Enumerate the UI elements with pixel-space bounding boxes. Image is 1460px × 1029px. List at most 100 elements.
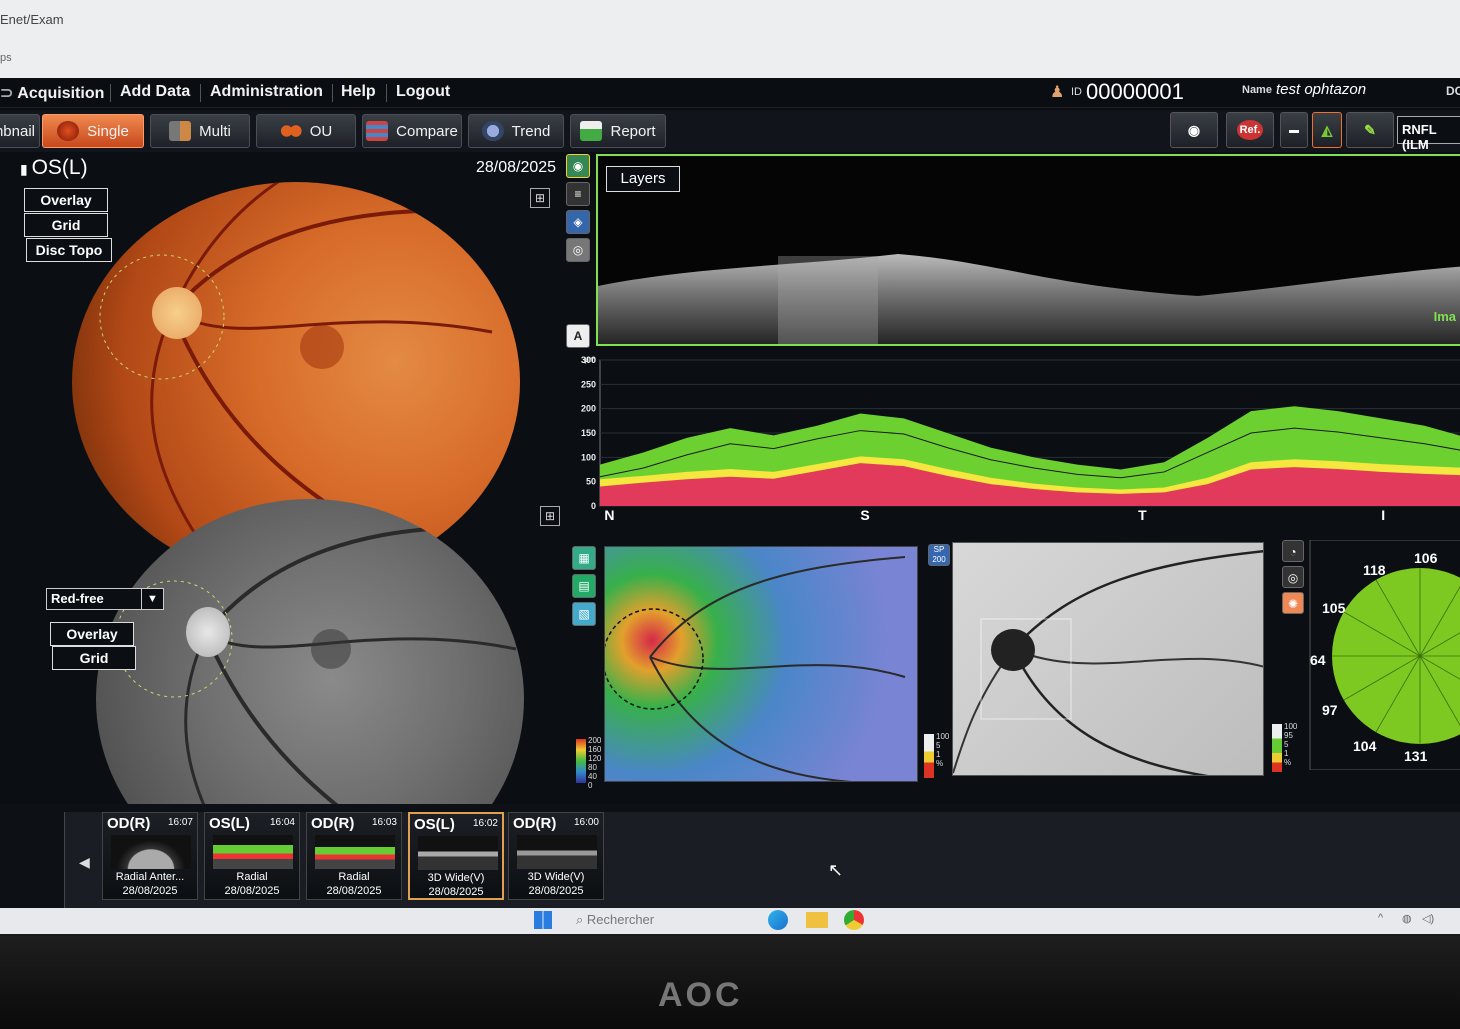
quadrant-icon: ◔	[1289, 545, 1297, 559]
layers-button[interactable]: Layers	[606, 166, 680, 192]
reference-label: Ref.	[1236, 120, 1264, 140]
menu-help[interactable]: Help	[341, 83, 376, 101]
thumbnail-item-selected[interactable]: OS(L) 16:02 3D Wide(V) 28/08/2025	[408, 812, 504, 900]
annotation-tool[interactable]: A	[566, 324, 590, 348]
expand-fundus-icon[interactable]: ⊞	[530, 188, 550, 208]
tab-compare[interactable]: Compare	[362, 114, 462, 148]
edge-browser-icon[interactable]	[768, 910, 788, 930]
exam-date: 28/08/2025	[476, 159, 557, 176]
bscan-lines-tool[interactable]: ≡	[566, 182, 590, 206]
browser-url[interactable]: Enet/Exam	[0, 12, 64, 27]
y-tick-label: 250	[581, 379, 596, 389]
thumb-type: Radial	[338, 871, 370, 883]
menu-add-data[interactable]: Add Data	[120, 83, 190, 101]
thumbnail-item[interactable]: OD(R) 16:00 3D Wide(V) 28/08/2025	[508, 812, 604, 900]
green-map-tool[interactable]: ▤	[572, 574, 596, 598]
measure-button[interactable]: ✎	[1346, 112, 1394, 148]
thumb-date: 28/08/2025	[224, 885, 280, 897]
browser-apps-link[interactable]: ps	[0, 52, 12, 64]
annotation-label: A	[573, 329, 583, 343]
camera-button[interactable]: ◉	[1170, 112, 1218, 148]
pct-1: 1	[936, 750, 941, 759]
sp-button[interactable]: SP 200	[928, 544, 950, 566]
thickness-map-button[interactable]: ◭	[1312, 112, 1342, 148]
pct-small-unit: %	[1284, 758, 1292, 767]
percentile-scale-labels: 100 5 1 %	[936, 732, 949, 768]
green-map-icon: ▤	[578, 579, 590, 593]
monitor-brand-logo: AOC	[658, 976, 743, 1014]
tab-trend[interactable]: Trend	[468, 114, 564, 148]
windows-start-icon[interactable]	[534, 911, 552, 929]
thumbnail-item[interactable]: OD(R) 16:07 Radial Anter... 28/08/2025	[102, 812, 198, 900]
thumbnail-item[interactable]: OS(L) 16:04 Radial 28/08/2025	[204, 812, 300, 900]
thumbnail-item[interactable]: OD(R) 16:03 Radial 28/08/2025	[306, 812, 402, 900]
enface-percentile-scale	[1272, 724, 1282, 772]
thumb-image	[418, 836, 498, 870]
thickness-heatmap[interactable]	[604, 546, 918, 782]
patient-id-label: ID	[1071, 86, 1082, 98]
y-axis-unit: µm	[584, 355, 596, 364]
thumb-eye: OS(L)	[414, 816, 455, 833]
oct-bscan-image[interactable]: Layers Ima	[596, 154, 1460, 346]
pct-100: 100	[936, 732, 950, 741]
tab-ou[interactable]: OU	[256, 114, 356, 148]
scan-line-button[interactable]: ▬	[1280, 112, 1308, 148]
scale-80: 80	[588, 763, 597, 772]
thumb-time: 16:00	[573, 817, 599, 828]
menu-bar: ⊃ Acquisition Add Data Administration He…	[0, 78, 1460, 108]
clock-icon: ◎	[1287, 571, 1299, 585]
y-tick-label: 150	[581, 428, 596, 438]
monitor-bezel: AOC	[0, 936, 1460, 1029]
chrome-icon[interactable]	[844, 910, 864, 930]
cube-icon: ◈	[573, 215, 583, 229]
reference-button[interactable]: Ref.	[1226, 112, 1274, 148]
color-map-tool[interactable]: ▦	[572, 546, 596, 570]
x-sector-label: T	[1138, 507, 1147, 523]
y-tick-label: 100	[581, 452, 596, 462]
image-mode-select[interactable]: Red-free ▼	[46, 588, 164, 610]
thumb-time: 16:07	[167, 817, 193, 828]
red-free-overlay-button[interactable]: Overlay	[50, 622, 134, 646]
tab-report-label: Report	[610, 122, 656, 140]
tab-multi-label: Multi	[199, 122, 231, 140]
overlay-button[interactable]: Overlay	[24, 188, 108, 212]
disc-topo-button[interactable]: Disc Topo	[26, 238, 112, 262]
circle-scan-tool[interactable]: ◎	[566, 238, 590, 262]
deviation-map-tool[interactable]: ▧	[572, 602, 596, 626]
compare-icon	[366, 121, 389, 141]
red-free-grid-button[interactable]: Grid	[52, 646, 136, 670]
thumb-eye: OD(R)	[107, 815, 151, 832]
menu-administration[interactable]: Administration	[210, 83, 323, 101]
tray-chevron-icon[interactable]: ^	[1378, 912, 1383, 924]
layer-select[interactable]: RNFL (ILM	[1397, 116, 1460, 152]
enface-image[interactable]	[952, 542, 1264, 776]
fundus-view-tool[interactable]: ◉	[566, 154, 590, 178]
x-sector-label: S	[860, 507, 869, 523]
file-explorer-icon[interactable]	[806, 912, 828, 928]
y-tick-label: 0	[591, 501, 596, 511]
grid-button[interactable]: Grid	[24, 213, 108, 237]
tab-report[interactable]: Report	[570, 114, 666, 148]
bscan-tissue	[598, 254, 1460, 344]
sector-value: 105	[1322, 600, 1346, 616]
expand-red-free-icon[interactable]: ⊞	[540, 506, 560, 526]
thumb-type: Radial	[236, 871, 268, 883]
menu-logout[interactable]: Logout	[396, 83, 450, 101]
x-sector-label: N	[604, 507, 614, 523]
tab-trend-label: Trend	[511, 122, 551, 140]
chevron-down-icon[interactable]: ▼	[141, 589, 163, 609]
sp-label: SP 200	[932, 545, 946, 564]
heatmap-color-scale	[576, 739, 586, 783]
scroll-left-icon[interactable]: ◀	[79, 854, 90, 871]
taskbar-search[interactable]: ⌕ Rechercher	[576, 912, 654, 928]
acquisition-icon: ⊃	[0, 85, 18, 102]
enface-scale-labels: 100 95 5 1 %	[1284, 722, 1297, 767]
volume-icon[interactable]: ◁)	[1422, 912, 1434, 925]
tab-single[interactable]: Single	[42, 114, 144, 148]
tab-thumbnail[interactable]: nbnail	[0, 114, 40, 148]
menu-acquisition[interactable]: ⊃ Acquisition	[0, 83, 104, 103]
network-icon[interactable]: ◍	[1402, 912, 1412, 925]
pct-small-95: 95	[1284, 731, 1293, 740]
3d-cube-tool[interactable]: ◈	[566, 210, 590, 234]
tab-multi[interactable]: Multi	[150, 114, 250, 148]
